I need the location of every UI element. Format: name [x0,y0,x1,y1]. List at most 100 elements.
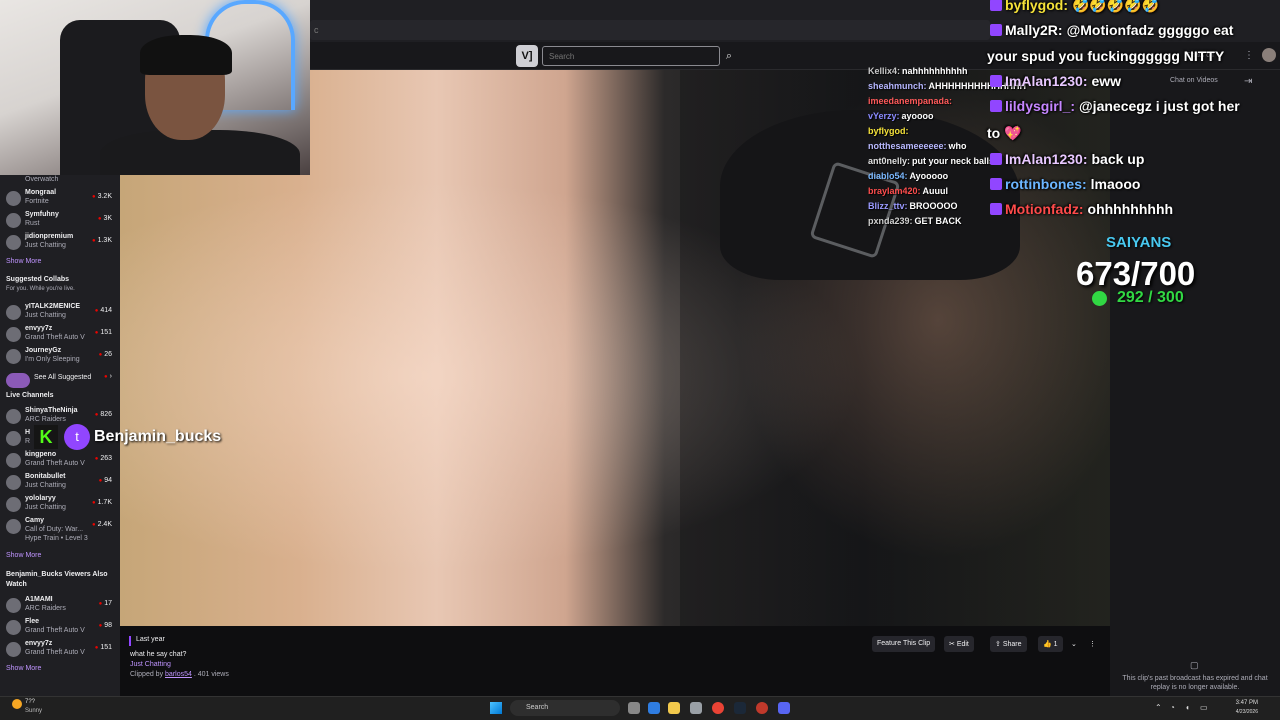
viewer-count: 414 [95,307,112,314]
chat-username: ImAlan1230: [1005,151,1088,167]
sidebar-channel[interactable]: A1MAMI ARC Raiders 17 [0,595,120,617]
channel-game: ARC Raiders [25,605,66,612]
show-more-link[interactable]: Show More [6,552,41,559]
chrome-icon[interactable] [712,702,724,714]
sidebar-channel[interactable]: JourneyGz I'm Only Sleeping 26 [0,346,120,368]
viewer-count: 263 [95,455,112,462]
chat-username: braylam420: [868,186,921,196]
webcam-overlay [0,0,310,175]
feature-clip-button[interactable]: Feature This Clip [872,636,936,652]
sub-badge [990,203,1002,215]
file-explorer-icon[interactable] [668,702,680,714]
sidebar-channel[interactable]: Flee Grand Theft Auto V 98 [0,617,120,639]
show-more-link[interactable]: Show More [6,258,41,265]
goal-sub-count: 292 / 300 [1117,289,1184,306]
sun-icon[interactable] [12,699,22,709]
viewer-count: 98 [99,622,112,629]
steam-icon[interactable] [734,702,746,714]
more-options-icon[interactable]: ⋮ [1244,50,1254,61]
volume-icon[interactable]: ◖ [1185,703,1190,712]
more-options-icon[interactable]: ⋮ [1084,636,1101,652]
copilot-icon[interactable] [648,702,660,714]
share-button[interactable]: ⇪ Share [990,636,1027,652]
sidebar-channel[interactable]: Mongraal Fortnite 3.2K [0,188,120,210]
channel-name: ShinyaTheNinja [25,407,78,414]
sidebar-channel[interactable]: jidionpremium Just Chatting 1.3K [0,232,120,254]
suggested-collabs-heading: Suggested Collabs [6,276,70,283]
chat-text: your spud you fuckingggggg NITTY [987,48,1225,64]
channel-game: Grand Theft Auto V [25,334,85,341]
chat-username: sheahmunch: [868,81,927,91]
channel-name: Mongraal [25,189,57,196]
chat-username: Mally2R: [1005,22,1063,38]
sidebar-channel[interactable]: envyy7z Grand Theft Auto V 151 [0,639,120,661]
suggested-collabs-subtitle: For you. While you're live. [6,286,75,292]
clock-date[interactable]: 4/23/2026 [1226,709,1258,715]
taskbar-search[interactable]: Search [510,700,620,716]
share-icon: ⇪ [995,641,1003,648]
thumbs-up-icon: 👍 [1043,641,1054,648]
accent-bar [129,636,131,646]
viewer-count: 26 [99,351,112,358]
channel-name: H [25,429,31,436]
channel-game: Overwatch [25,176,59,183]
chat-text: who [948,141,967,151]
chat-on-videos-label: Chat on Videos [1170,77,1218,84]
like-count: 1 [1053,641,1058,648]
chat-username: Motionfadz: [1005,201,1084,217]
sub-badge [990,75,1002,87]
settings-icon[interactable] [690,702,702,714]
chat-message: to 💖 [987,125,1022,142]
clip-title: what he say chat? [130,651,187,658]
sidebar-channel[interactable]: yITALK2MENICE Just Chatting 414 [0,302,120,324]
channel-name: envyy7z [25,640,53,647]
start-button[interactable] [490,702,502,714]
clipper-link[interactable]: barlos54 [165,671,192,678]
chevron-up-icon[interactable]: ⌃ [1155,703,1162,712]
channel-game: Just Chatting [25,242,66,249]
channel-game: Fortnite [25,198,49,205]
streamer-name: Benjamin_bucks [94,428,222,445]
like-button[interactable]: 👍 1 [1038,636,1063,652]
sidebar-channel[interactable]: Camy Call of Duty: War... Hype Train • L… [0,516,120,548]
search-icon[interactable]: ⌕ [720,46,738,66]
chevron-down-icon[interactable]: ⌄ [1066,636,1082,652]
sidebar-channel[interactable]: yololaryy Just Chatting 1.7K [0,494,120,516]
site-logo[interactable]: V] [516,45,538,67]
channel-name: Symfuhny [25,211,59,218]
edit-button[interactable]: ✂ Edit [944,636,974,652]
user-avatar[interactable] [1262,48,1276,62]
wifi-icon[interactable]: ◔ [1170,703,1175,712]
address-bar[interactable]: c [310,20,990,40]
avatar [6,475,21,490]
channel-name: A1MAMI [25,596,53,603]
avatar [6,305,21,320]
channel-name: Flee [25,618,40,625]
sidebar-channel[interactable]: Bonitabullet Just Chatting 94 [0,472,120,494]
channel-name: envyy7z [25,325,53,332]
task-view-icon[interactable] [628,702,640,714]
viewer-count: 2.4K [92,521,112,528]
see-all-suggested-button[interactable]: See All Suggested › [0,370,120,392]
discord-icon[interactable] [778,702,790,714]
sidebar-channel[interactable]: Symfuhny Rust 3K [0,210,120,232]
chat-text: BROOOOO [909,201,958,211]
chat-text: to 💖 [987,125,1022,141]
collapse-icon[interactable]: ⇥ [1244,76,1252,87]
search-input[interactable] [542,46,720,66]
viewer-count: 151 [95,329,112,336]
sidebar-channel[interactable]: kingpeno Grand Theft Auto V 263 [0,450,120,472]
clip-category-link[interactable]: Just Chatting [130,661,171,668]
viewer-count: 94 [99,477,112,484]
clock-time[interactable]: 3:47 PM [1232,700,1258,706]
chat-message: lildysgirl_: @janecegz i just got her [990,98,1240,114]
chat-message: Motionfadz: ohhhhhhhhh [990,201,1173,217]
obs-icon[interactable] [756,702,768,714]
sidebar-channel[interactable]: envyy7z Grand Theft Auto V 151 [0,324,120,346]
chat-username: byflygod: [868,126,909,136]
share-label: Share [1002,641,1022,648]
viewer-count: 3K [98,215,112,222]
avatar [6,497,21,512]
battery-icon[interactable]: ▭ [1200,703,1208,712]
show-more-link[interactable]: Show More [6,665,41,672]
